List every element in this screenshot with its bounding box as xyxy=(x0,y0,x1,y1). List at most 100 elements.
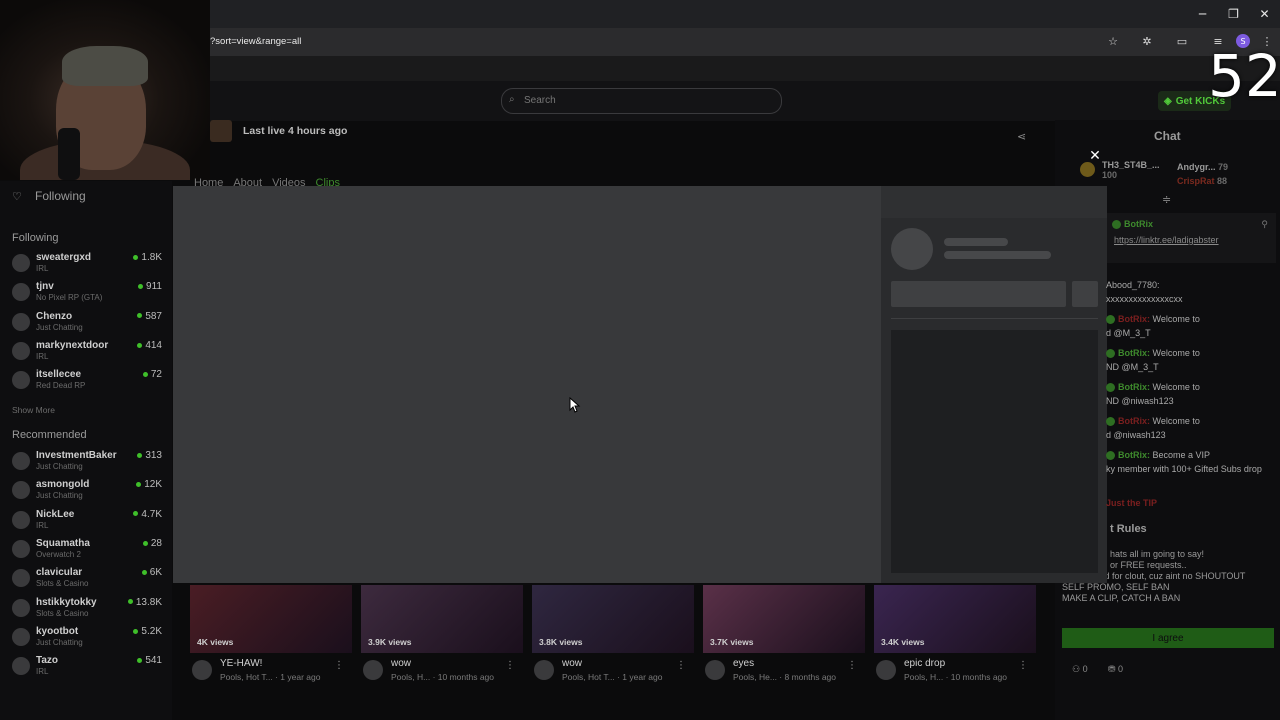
viewer-count: 541 xyxy=(137,655,162,666)
live-dot-icon xyxy=(142,540,148,546)
close-window-icon[interactable]: ✕ xyxy=(1249,0,1280,28)
channel-name: NickLee xyxy=(36,508,75,520)
clip-more-icon[interactable]: ⋮ xyxy=(676,660,686,671)
extensions-icon[interactable]: ✲ xyxy=(1140,34,1154,48)
chat-username[interactable]: BotRix: xyxy=(1118,382,1150,392)
chat-username[interactable]: Abood_7780: xyxy=(1106,280,1160,290)
clip-views: 3.4K views xyxy=(881,637,925,647)
clip-title[interactable]: eyes xyxy=(733,658,754,669)
viewer-count: 587 xyxy=(137,311,162,322)
share-icon[interactable]: ⋖ xyxy=(1017,130,1026,143)
clip-thumbnail[interactable]: 3.7K views xyxy=(703,585,865,653)
top-gifter-2[interactable]: Andygr... 79 xyxy=(1177,160,1228,174)
verified-badge-icon xyxy=(1106,417,1115,427)
chat-message: d @M_3_T xyxy=(1106,326,1276,340)
clip-title[interactable]: epic drop xyxy=(904,658,945,669)
clip-video-player[interactable] xyxy=(173,186,881,583)
clip-title[interactable]: YE-HAW! xyxy=(220,658,262,669)
skeleton-avatar xyxy=(891,228,933,270)
clip-thumbnail[interactable]: 3.4K views xyxy=(874,585,1036,653)
pinned-link[interactable]: https://linktr.ee/ladigabster xyxy=(1114,235,1219,245)
chat-message: BotRix: Welcome to xyxy=(1106,312,1276,326)
viewer-count: 72 xyxy=(142,369,162,380)
clip-more-icon[interactable]: ⋮ xyxy=(847,660,857,671)
clip-creator-avatar[interactable] xyxy=(876,660,896,680)
sidebar-channel-item[interactable]: kyootbot Just Chatting 5.2K xyxy=(12,626,162,652)
channel-category: IRL xyxy=(36,351,49,361)
clip-creator-avatar[interactable] xyxy=(705,660,725,680)
sidebar-channel-item[interactable]: itsellecee Red Dead RP 72 xyxy=(12,369,162,395)
following-title[interactable]: Following xyxy=(35,189,86,203)
viewer-count-value: 911 xyxy=(146,281,162,293)
clip-title[interactable]: wow xyxy=(562,658,582,669)
clip-more-icon[interactable]: ⋮ xyxy=(505,660,515,671)
top-gifter-1[interactable]: TH3_ST4B_... 100 xyxy=(1102,160,1160,180)
filter-icon[interactable]: ≑ xyxy=(1162,193,1171,206)
sidebar-channel-item[interactable]: tjnv No Pixel RP (GTA) 911 xyxy=(12,281,162,307)
show-more-link[interactable]: Show More xyxy=(12,405,55,415)
skeleton-content-panel xyxy=(891,330,1098,573)
chat-username[interactable]: BotRix: xyxy=(1118,314,1150,324)
chat-username[interactable]: BotRix: xyxy=(1118,348,1150,358)
channel-avatar xyxy=(12,371,30,390)
restore-icon[interactable]: ❐ xyxy=(1218,0,1249,28)
heart-icon: ♡ xyxy=(12,191,22,203)
minimize-icon[interactable]: ─ xyxy=(1187,0,1218,28)
bookmark-star-icon[interactable]: ☆ xyxy=(1106,34,1120,48)
window-controls: ─ ❐ ✕ xyxy=(1187,0,1280,28)
gifter-count: 100 xyxy=(1102,170,1118,180)
viewer-count-value: 13.8K xyxy=(135,596,162,608)
clip-more-icon[interactable]: ⋮ xyxy=(334,660,344,671)
clip-meta: epic drop Pools, H... · 10 months ago ⋮ xyxy=(874,658,1036,688)
sidebar-channel-item[interactable]: hstikkytokky Slots & Casino 13.8K xyxy=(12,597,162,623)
sidebar-channel-item[interactable]: Tazo IRL 541 xyxy=(12,655,162,681)
channel-category: Slots & Casino xyxy=(36,608,89,618)
channel-name: itsellecee xyxy=(36,369,82,381)
clip-more-icon[interactable]: ⋮ xyxy=(1018,660,1028,671)
clip-thumbnail[interactable]: 3.9K views xyxy=(361,585,523,653)
chat-message: d @niwash123 xyxy=(1106,428,1276,442)
sidebar-channel-item[interactable]: sweatergxd IRL 1.8K xyxy=(12,252,162,278)
clip-creator-avatar[interactable] xyxy=(363,660,383,680)
sidebar-channel-item[interactable]: InvestmentBaker Just Chatting 313 xyxy=(12,450,162,476)
channel-name: InvestmentBaker xyxy=(36,450,117,461)
sidebar-channel-item[interactable]: markynextdoor IRL 414 xyxy=(12,340,162,366)
channel-name: kyootbot xyxy=(36,625,79,637)
sidebar-channel-item[interactable]: Chenzo Just Chatting 587 xyxy=(12,311,162,337)
clip-thumbnail[interactable]: 3.8K views xyxy=(532,585,694,653)
chat-message: ND @niwash123 xyxy=(1106,394,1276,408)
clip-info-header xyxy=(881,186,1107,218)
channel-name: Tazo xyxy=(36,655,59,667)
chat-message: Just the TIP xyxy=(1106,496,1276,510)
pinned-message: BotRix https://linktr.ee/ladigabster ⚲ xyxy=(1106,213,1276,263)
search-input[interactable] xyxy=(524,95,764,106)
chat-footer-right[interactable]: ⛃ 0 xyxy=(1108,664,1123,675)
live-dot-icon xyxy=(137,657,143,663)
top-gifter-3[interactable]: CrispRat 88 xyxy=(1177,174,1228,188)
viewer-count-value: 414 xyxy=(145,339,162,351)
chat-username[interactable]: BotRix: xyxy=(1118,416,1150,426)
channel-avatar[interactable] xyxy=(210,120,232,142)
agree-button[interactable]: I agree xyxy=(1062,628,1274,648)
chat-message: Abood_7780: xyxy=(1106,278,1276,292)
clip-thumbnail[interactable]: 4K views xyxy=(190,585,352,653)
sidebar-channel-item[interactable]: asmongold Just Chatting 12K xyxy=(12,479,162,505)
clip-views: 3.7K views xyxy=(710,637,754,647)
viewer-count-value: 1.8K xyxy=(141,252,162,263)
clip-creator-avatar[interactable] xyxy=(534,660,554,680)
clip-title[interactable]: wow xyxy=(391,658,411,669)
viewer-count: 313 xyxy=(137,450,162,461)
close-modal-icon[interactable]: ✕ xyxy=(1087,148,1103,164)
chat-username[interactable]: BotRix: xyxy=(1118,450,1150,460)
live-dot-icon xyxy=(136,482,142,488)
url-text[interactable]: ?sort=view&range=all xyxy=(210,36,301,47)
sidebar-channel-item[interactable]: clavicular Slots & Casino 6K xyxy=(12,567,162,593)
skeleton-line xyxy=(944,238,1008,246)
clip-creator-avatar[interactable] xyxy=(192,660,212,680)
chat-footer-left[interactable]: ⚇ 0 xyxy=(1072,664,1088,675)
clip-subtitle: Pools, H... · 10 months ago xyxy=(391,672,494,682)
cast-icon[interactable]: ▭ xyxy=(1175,34,1189,48)
sidebar-channel-item[interactable]: NickLee IRL 4.7K xyxy=(12,509,162,535)
channel-avatar xyxy=(12,539,30,558)
sidebar-channel-item[interactable]: Squamatha Overwatch 2 28 xyxy=(12,538,162,564)
